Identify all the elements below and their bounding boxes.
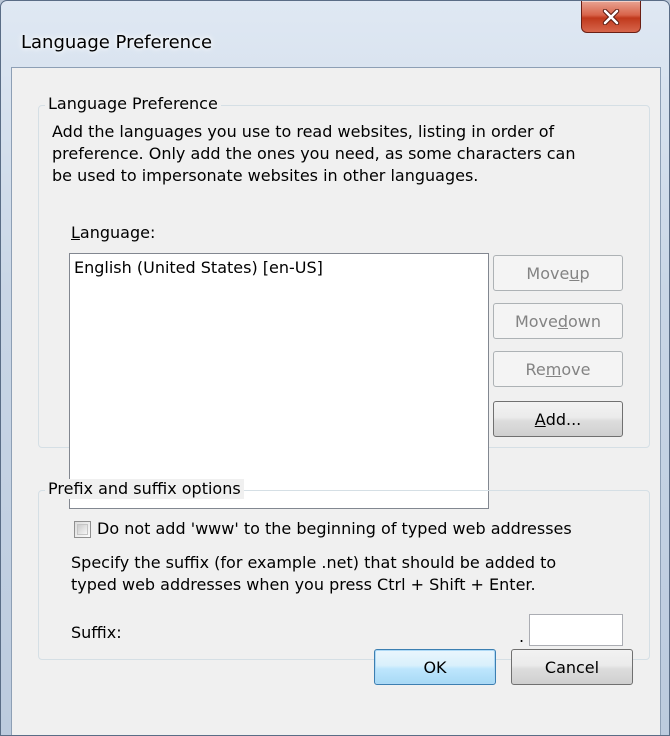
add-button[interactable]: Add... xyxy=(493,401,623,437)
language-preference-dialog: Language Preference Language Preference … xyxy=(0,0,670,736)
description-line: preference. Only add the ones you need, … xyxy=(52,144,576,163)
ok-button[interactable]: OK xyxy=(374,649,496,685)
www-checkbox-label[interactable]: Do not add 'www' to the beginning of typ… xyxy=(97,518,572,540)
close-icon xyxy=(602,8,620,25)
window-title: Language Preference xyxy=(21,32,213,53)
language-listbox[interactable]: English (United States) [en-US] xyxy=(69,253,489,509)
description-line: Add the languages you use to read websit… xyxy=(52,122,555,141)
close-button[interactable] xyxy=(581,1,641,33)
title-bar[interactable]: Language Preference xyxy=(1,1,669,67)
prefix-group-legend: Prefix and suffix options xyxy=(45,479,244,499)
suffix-input[interactable] xyxy=(529,614,623,646)
remove-button[interactable]: Re m ove xyxy=(493,351,623,387)
suffix-label: Suffix: xyxy=(71,623,122,642)
suffix-description: Specify the suffix (for example .net) th… xyxy=(71,552,641,596)
description-line: typed web addresses when you press Ctrl … xyxy=(71,575,536,594)
www-checkbox[interactable] xyxy=(74,521,91,538)
accelerator-key: L xyxy=(71,223,80,242)
cancel-button[interactable]: Cancel xyxy=(511,649,633,685)
language-list-label: Language: xyxy=(71,223,156,242)
language-group-legend: Language Preference xyxy=(45,94,221,114)
suffix-dot: . xyxy=(519,627,525,646)
language-description: Add the languages you use to read websit… xyxy=(52,121,642,187)
list-item[interactable]: English (United States) [en-US] xyxy=(74,257,484,279)
description-line: Specify the suffix (for example .net) th… xyxy=(71,553,557,572)
move-up-button[interactable]: Move up xyxy=(493,255,623,291)
description-line: be used to impersonate websites in other… xyxy=(52,166,479,185)
dialog-body: Language Preference Add the languages yo… xyxy=(11,67,661,735)
move-down-button[interactable]: Move d own xyxy=(493,303,623,339)
